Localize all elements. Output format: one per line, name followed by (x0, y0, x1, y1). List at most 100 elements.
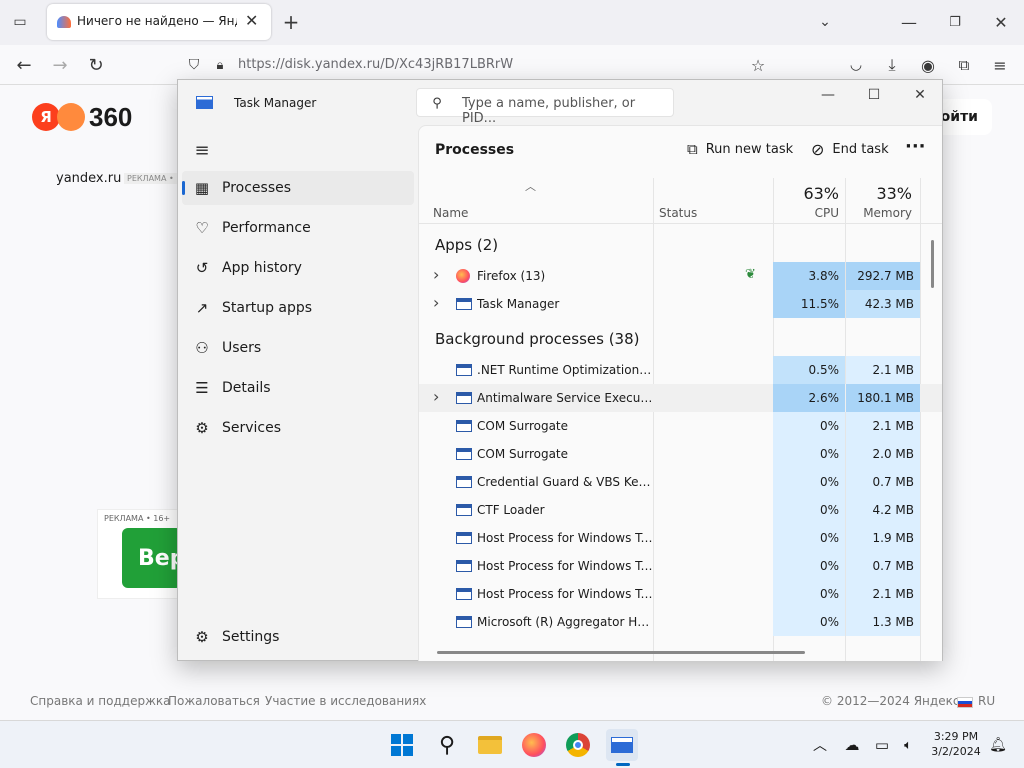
russia-flag-icon[interactable] (957, 697, 973, 708)
clock[interactable]: 3:29 PM 3/2/2024 (928, 729, 984, 759)
yandex-360-logo[interactable]: Я 360 (32, 102, 132, 132)
process-row[interactable]: Host Process for Windows Tasks 0% 2.1 MB (419, 580, 942, 608)
page-footer: Справка и поддержка Пожаловаться Участие… (0, 694, 1024, 714)
search-input[interactable]: ⚲ Type a name, publisher, or PID... (416, 88, 674, 126)
process-row[interactable]: Host Process for Windows Tasks 0% 1.9 MB (419, 524, 942, 552)
memory-value: 0.7 MB (846, 552, 920, 580)
startup-icon: ↗ (195, 299, 209, 317)
menu-icon[interactable]: ≡ (988, 53, 1012, 77)
minimize-icon[interactable]: — (805, 84, 851, 106)
browser-tab[interactable]: Ничего не найдено — Яндекс ✕ (47, 4, 271, 40)
sidebar-item-app-history[interactable]: ↺ App history (182, 251, 414, 285)
expand-chevron-icon[interactable]: › (433, 293, 445, 312)
process-app-icon (456, 532, 472, 544)
process-row[interactable]: COM Surrogate 0% 2.1 MB (419, 412, 942, 440)
maximize-icon[interactable]: ☐ (851, 84, 897, 106)
process-app-icon (456, 476, 472, 488)
sidebar-item-services[interactable]: ⚙ Services (182, 411, 414, 445)
sidebar-item-users[interactable]: ⚇ Users (182, 331, 414, 365)
bookmark-star-icon[interactable]: ☆ (748, 55, 768, 75)
process-name: CTF Loader (477, 503, 545, 517)
run-new-task-button[interactable]: ⧉ Run new task (687, 140, 793, 158)
processes-panel: Processes ⧉ Run new task ⊘ End task ··· … (418, 125, 942, 661)
task-manager-taskbar-icon[interactable] (606, 729, 638, 761)
memory-value: 2.1 MB (846, 580, 920, 608)
search-taskbar-icon[interactable]: ⚲ (431, 729, 463, 761)
minimize-window-icon[interactable]: — (898, 10, 920, 34)
column-cpu[interactable]: CPU (773, 206, 839, 220)
onedrive-icon[interactable]: ☁ (836, 729, 868, 761)
sidebar-item-settings[interactable]: ⚙ Settings (182, 620, 414, 654)
expand-chevron-icon[interactable]: › (433, 387, 445, 406)
column-memory[interactable]: Memory (846, 206, 912, 220)
more-options-icon[interactable]: ··· (905, 136, 926, 157)
file-explorer-icon[interactable] (474, 729, 506, 761)
process-app-icon (456, 448, 472, 460)
task-manager-window: Task Manager ⚲ Type a name, publisher, o… (177, 79, 943, 661)
efficiency-mode-leaf-icon: ❦ (745, 267, 756, 282)
process-row[interactable]: .NET Runtime Optimization Se... 0.5% 2.1 M… (419, 356, 942, 384)
horizontal-scrollbar[interactable] (437, 651, 805, 654)
language-link[interactable]: RU (978, 694, 995, 708)
ad-banner[interactable]: РЕКЛАМА • 16+ Вер (97, 509, 185, 599)
lock-icon[interactable]: 🔒︎ (210, 55, 230, 75)
sidebar-item-label: Settings (222, 629, 280, 645)
ad-button[interactable]: Вер (122, 528, 185, 588)
new-tab-icon[interactable]: + (280, 10, 302, 34)
active-app-indicator (616, 763, 630, 766)
close-icon[interactable]: ✕ (897, 84, 943, 106)
firefox-icon[interactable] (518, 729, 550, 761)
memory-total[interactable]: 33% (846, 184, 912, 203)
address-bar[interactable]: ⛉ 🔒︎ https://disk.yandex.ru/D/Xc43jRB17L… (176, 49, 780, 81)
close-window-icon[interactable]: ✕ (990, 10, 1012, 34)
shield-icon[interactable]: ⛉ (184, 55, 204, 75)
process-row[interactable]: Credential Guard & VBS Key Is... 0% 0.7 MB (419, 468, 942, 496)
reload-icon[interactable]: ↻ (84, 53, 108, 77)
extensions-icon[interactable]: ⧉ (952, 53, 976, 77)
help-link[interactable]: Справка и поддержка (30, 694, 171, 708)
process-row[interactable]: COM Surrogate 0% 2.0 MB (419, 440, 942, 468)
close-tab-icon[interactable]: ✕ (245, 11, 258, 30)
restore-window-icon[interactable]: ❐ (944, 10, 966, 34)
cpu-value: 0% (773, 496, 845, 524)
pocket-icon[interactable]: ◡ (844, 53, 868, 77)
hamburger-menu-icon[interactable]: ≡ (190, 138, 214, 162)
logo-ya-circle: Я (32, 103, 60, 131)
sidebar-item-details[interactable]: ☰ Details (182, 371, 414, 405)
tab-list-icon[interactable]: ▭ (10, 12, 30, 32)
volume-muted-icon[interactable]: 🔈︎ (892, 729, 924, 761)
process-row[interactable]: › Firefox (13) ❦ 3.8% 292.7 MB (419, 262, 942, 290)
account-icon[interactable]: ◉ (916, 53, 940, 77)
process-app-icon (456, 364, 472, 376)
expand-chevron-icon[interactable]: › (433, 265, 445, 284)
cpu-value: 0.5% (773, 356, 845, 384)
sidebar-item-performance[interactable]: ♡ Performance (182, 211, 414, 245)
sidebar-item-processes[interactable]: ▦ Processes (182, 171, 414, 205)
research-link[interactable]: Участие в исследованиях (265, 694, 426, 708)
process-row[interactable]: Microsoft (R) Aggregator Host 0% 1.3 MB (419, 608, 942, 636)
chrome-icon[interactable] (562, 729, 594, 761)
process-row[interactable]: › Antimalware Service Executable 2.6% 180.1… (419, 384, 942, 412)
end-task-button[interactable]: ⊘ End task (811, 140, 889, 159)
sidebar-item-startup-apps[interactable]: ↗ Startup apps (182, 291, 414, 325)
details-icon: ☰ (195, 379, 209, 397)
column-name[interactable]: Name (433, 206, 468, 220)
back-icon[interactable]: ← (12, 53, 36, 77)
process-row[interactable]: CTF Loader 0% 4.2 MB (419, 496, 942, 524)
yandex-disk-favicon-icon (57, 16, 71, 28)
start-windows-icon[interactable] (386, 729, 418, 761)
url-text[interactable]: https://disk.yandex.ru/D/Xc43jRB17LBRrW (238, 57, 513, 72)
sort-up-icon[interactable]: ︿ (525, 178, 536, 194)
column-status[interactable]: Status (659, 206, 697, 220)
site-link[interactable]: yandex.ru (56, 171, 121, 186)
forward-icon[interactable]: → (48, 53, 72, 77)
complain-link[interactable]: Пожаловаться (168, 694, 260, 708)
cpu-total[interactable]: 63% (773, 184, 839, 203)
process-row[interactable]: › Task Manager 11.5% 42.3 MB (419, 290, 942, 318)
vertical-scrollbar[interactable] (931, 240, 934, 288)
downloads-icon[interactable]: ⤓ (880, 53, 904, 77)
process-row[interactable]: Host Process for Windows Tasks 0% 0.7 MB (419, 552, 942, 580)
tab-overflow-icon[interactable]: ⌄ (814, 10, 836, 34)
notifications-bell-icon[interactable]: 🔔︎ (982, 729, 1014, 761)
show-hidden-icons-chevron-icon[interactable]: ︿ (804, 729, 836, 761)
